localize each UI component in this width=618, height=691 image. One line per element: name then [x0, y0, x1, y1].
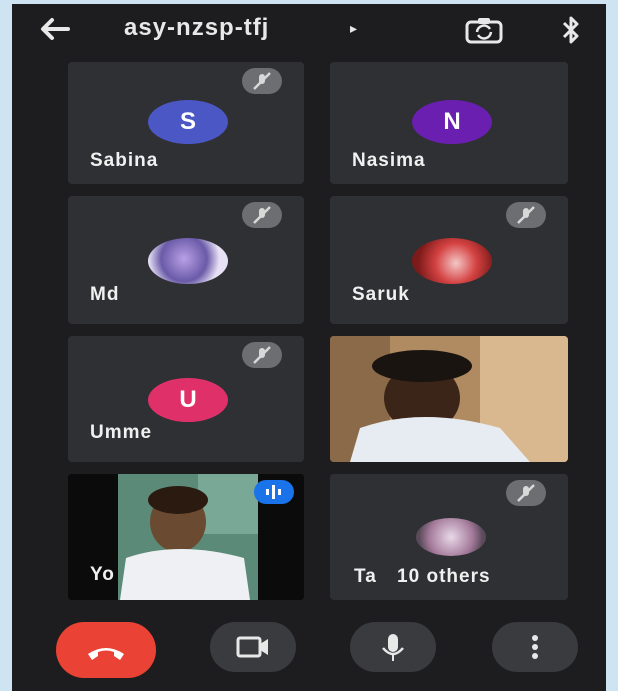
participant-name: Saruk	[352, 284, 410, 305]
participant-name-short: Ta	[354, 566, 377, 587]
others-count: 10 others	[397, 566, 491, 587]
bluetooth-audio-icon[interactable]	[560, 14, 582, 46]
participant-tile-sabina[interactable]: S Sabina	[68, 62, 304, 184]
caret-right-icon[interactable]: ▸	[350, 20, 357, 37]
avatar: U	[148, 378, 228, 422]
participant-tile-self[interactable]: Yo	[68, 474, 304, 600]
back-arrow-icon[interactable]	[38, 16, 72, 42]
participant-tile-video[interactable]	[330, 336, 568, 462]
microphone-toggle-button[interactable]	[350, 622, 436, 672]
more-options-button[interactable]	[492, 622, 578, 672]
top-bar: asy-nzsp-tfj ▸	[12, 4, 606, 54]
participant-tile-saruk[interactable]: Saruk	[330, 196, 568, 324]
participant-tile-others[interactable]: Ta 10 others	[330, 474, 568, 600]
participant-video	[330, 336, 568, 462]
meet-call-screen: asy-nzsp-tfj ▸ S Sabina N Nasima Md Saru…	[12, 4, 606, 691]
mic-off-icon	[506, 202, 546, 228]
speaking-indicator-icon	[254, 480, 294, 504]
call-controls	[12, 608, 606, 691]
participant-name: Umme	[90, 422, 153, 443]
video-camera-icon	[236, 636, 268, 658]
profile-photo	[412, 238, 492, 284]
participant-name: Sabina	[90, 150, 159, 171]
participant-name: Ta 10 others	[354, 566, 491, 588]
participant-tile-nasima[interactable]: N Nasima	[330, 62, 568, 184]
participant-name: Nasima	[352, 150, 426, 171]
avatar: N	[412, 100, 492, 144]
camera-toggle-button[interactable]	[210, 622, 296, 672]
participant-tile-umme[interactable]: U Umme	[68, 336, 304, 462]
microphone-icon	[382, 634, 404, 661]
participant-name: Yo	[90, 564, 115, 585]
mic-off-icon	[506, 480, 546, 506]
profile-photo	[148, 238, 228, 284]
participant-tile-md[interactable]: Md	[68, 196, 304, 324]
avatar: S	[148, 100, 228, 144]
mic-off-icon	[242, 202, 282, 228]
mic-off-icon	[242, 68, 282, 94]
end-call-button[interactable]	[56, 622, 156, 678]
participant-name: Md	[90, 284, 120, 305]
meeting-code[interactable]: asy-nzsp-tfj	[124, 14, 269, 42]
profile-photo	[416, 518, 486, 556]
switch-camera-icon[interactable]	[464, 16, 504, 44]
more-vertical-icon	[532, 635, 538, 659]
phone-hangup-icon	[88, 648, 124, 660]
mic-off-icon	[242, 342, 282, 368]
